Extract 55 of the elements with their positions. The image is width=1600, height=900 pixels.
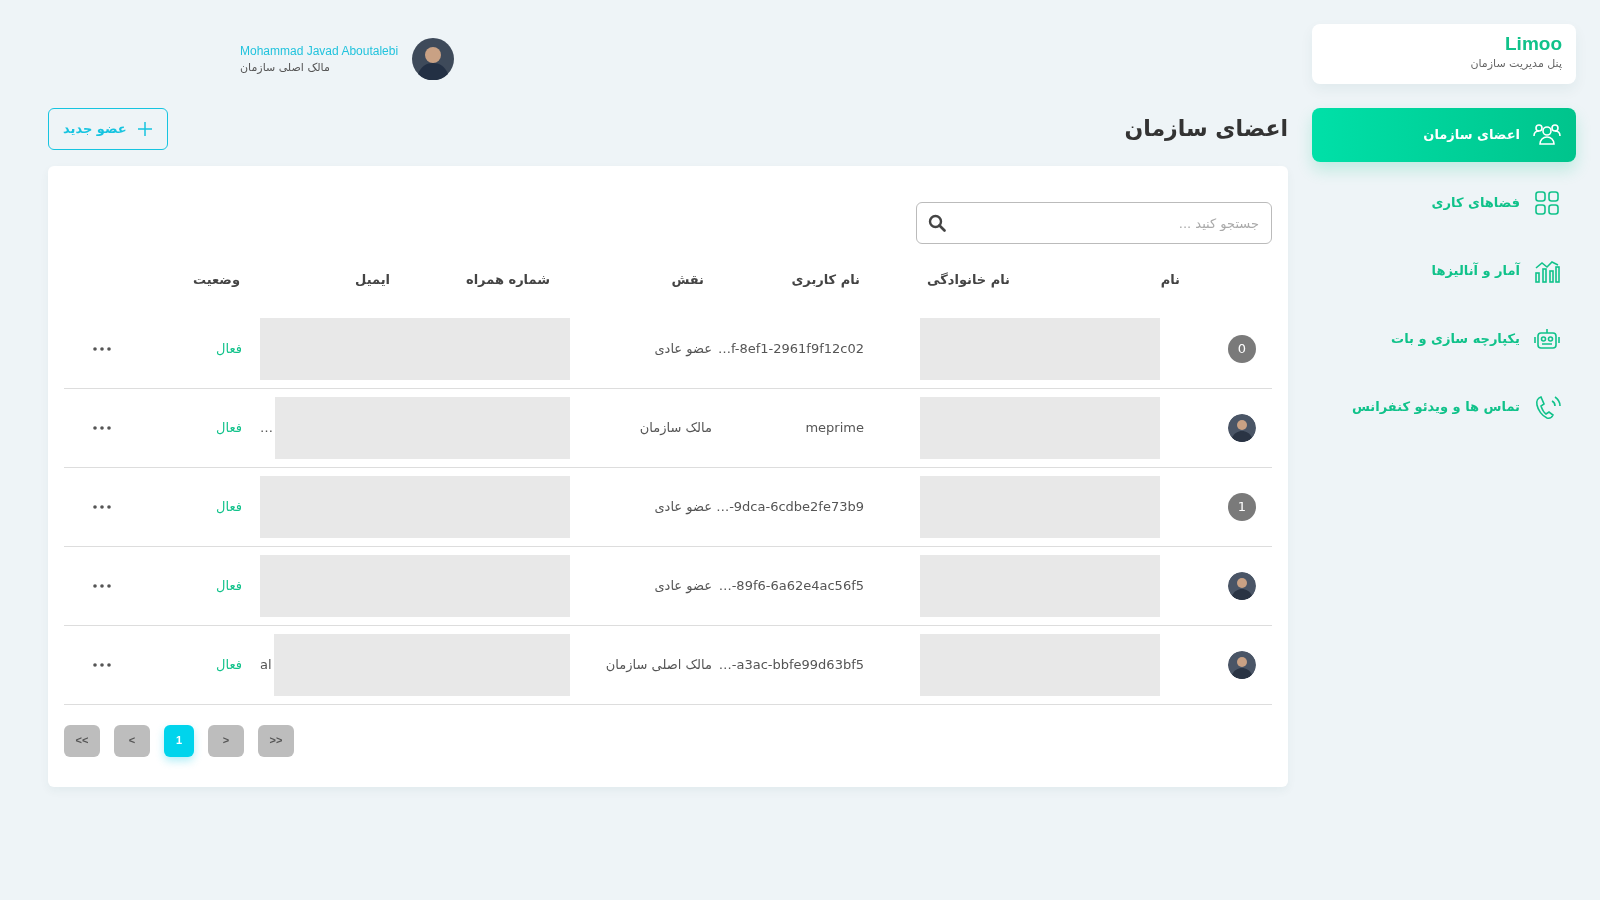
- role-cell-text: عضو عادی: [654, 497, 712, 517]
- add-member-button[interactable]: عضو جدید: [48, 108, 168, 150]
- more-icon[interactable]: [92, 424, 112, 431]
- email-cell-text: …: [260, 418, 273, 437]
- role-cell-text: مالک سازمان: [639, 418, 712, 437]
- user-avatar[interactable]: [412, 38, 455, 80]
- username-cell-text: …f-8ef1-2961f9f12c02: [717, 339, 864, 358]
- username-cell-text: …-a3ac-bbfe99d63bf5: [718, 655, 864, 674]
- column-header: نام کاربری: [790, 271, 861, 290]
- brand-subtitle: پنل مدیریت سازمان: [1469, 56, 1562, 72]
- user-avatar: [1228, 413, 1256, 442]
- user-avatar: [1228, 650, 1256, 679]
- page-button[interactable]: 1: [164, 724, 194, 757]
- plus-icon: [136, 121, 153, 137]
- more-icon[interactable]: [92, 661, 112, 668]
- page-button[interactable]: <<: [64, 724, 100, 757]
- grid-icon: [1532, 188, 1562, 218]
- user-avatar: [1228, 571, 1256, 600]
- search-icon: [928, 214, 946, 232]
- status-cell-text: فعال: [216, 339, 242, 358]
- sidebar-item[interactable]: فضاهای کاری: [1312, 176, 1576, 230]
- column-header: نام خانوادگی: [926, 271, 1011, 290]
- user-name: Mohammad Javad Aboutalebi: [240, 42, 399, 60]
- page-button[interactable]: >>: [258, 724, 294, 757]
- more-icon[interactable]: [92, 345, 112, 352]
- status-cell-text: فعال: [216, 576, 242, 595]
- page-button[interactable]: >: [208, 724, 244, 757]
- username-cell-text: …-9dca-6cdbe2fe73b9: [716, 497, 864, 516]
- avatar-initial: 1: [1228, 492, 1256, 521]
- sidebar-item[interactable]: آمار و آنالیزها: [1312, 244, 1576, 298]
- more-icon[interactable]: [92, 582, 112, 589]
- column-header: نام: [1159, 271, 1181, 290]
- column-header: ایمیل: [354, 271, 391, 289]
- page-button[interactable]: <: [114, 724, 150, 757]
- username-cell-text: …-89f6-6a62e4ac56f5: [718, 576, 864, 595]
- avatar-initial: 0: [1228, 334, 1256, 363]
- more-icon[interactable]: [92, 503, 112, 510]
- sidebar-item[interactable]: یکپارچه سازی و بات: [1312, 312, 1576, 366]
- status-cell-text: فعال: [216, 497, 242, 516]
- status-cell-text: فعال: [216, 418, 242, 437]
- role-cell-text: عضو عادی: [654, 576, 712, 596]
- brand-title: Limoo: [1504, 32, 1562, 56]
- column-header: شماره همراه: [465, 271, 551, 289]
- page-title: اعضای سازمان: [1124, 115, 1288, 143]
- username-cell-text: meprime: [805, 418, 864, 437]
- role-cell-text: مالک اصلی سازمان: [605, 655, 712, 674]
- search-field[interactable]: جستجو کنید ...: [916, 202, 1272, 244]
- status-cell-text: فعال: [216, 655, 242, 674]
- role-cell-text: عضو عادی: [654, 339, 712, 359]
- sidebar-item[interactable]: تماس ها و ویدئو کنفرانس: [1312, 380, 1576, 434]
- column-header: نقش: [670, 271, 705, 289]
- email-cell-text: al: [260, 655, 272, 674]
- column-header: وضعیت: [191, 271, 241, 289]
- sidebar-item[interactable]: اعضای سازمان: [1312, 108, 1576, 162]
- user-role: مالک اصلی سازمان: [240, 59, 331, 76]
